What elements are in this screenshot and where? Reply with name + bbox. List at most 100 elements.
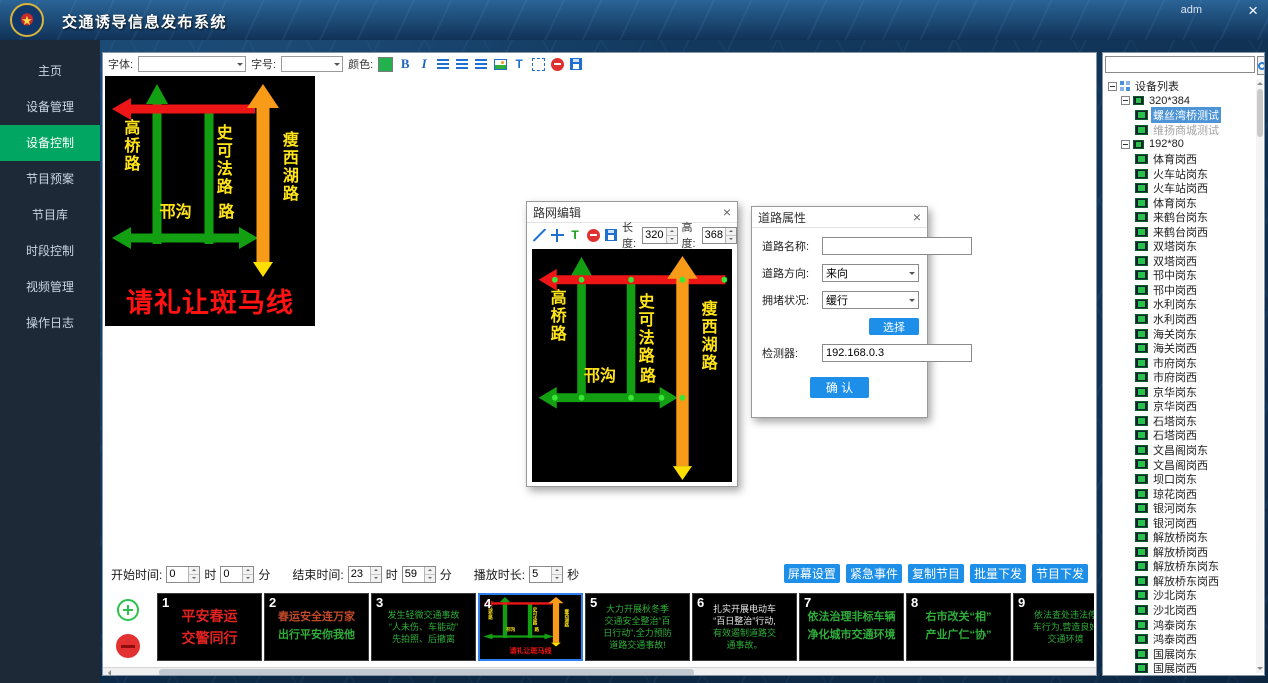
vertical-scrollbar[interactable] bbox=[1256, 79, 1263, 673]
program-preview-canvas[interactable]: 高桥路 史可法路 瘦西湖路 邗沟 路 请礼让斑马线 bbox=[105, 76, 315, 326]
program-thumbnail[interactable]: 2 春运安全连万家 出行平安你我他 bbox=[264, 593, 369, 661]
scrollbar-thumb[interactable] bbox=[159, 669, 694, 676]
confirm-button[interactable]: 确 认 bbox=[810, 377, 869, 398]
tree-node[interactable]: 京华岗西 bbox=[1105, 399, 1255, 414]
sidebar-item[interactable]: 时段控制 bbox=[0, 233, 100, 269]
collapse-icon[interactable] bbox=[1121, 96, 1130, 105]
spinner-down-icon[interactable] bbox=[552, 575, 562, 582]
save-icon[interactable] bbox=[569, 56, 583, 72]
spinner-up-icon[interactable] bbox=[189, 567, 199, 575]
road-network-canvas[interactable]: 高桥路 史可法路 瘦西湖路 邗沟 路 请礼让斑马线 bbox=[532, 249, 732, 482]
tree-node[interactable]: 解放桥岗西 bbox=[1105, 545, 1255, 560]
tree-node[interactable]: 市府岗西 bbox=[1105, 370, 1255, 385]
program-thumbnail[interactable]: 8 右市改关“相” 产业广仁“协” bbox=[906, 593, 1011, 661]
start-minute-input[interactable]: 0 bbox=[220, 566, 254, 583]
program-thumbnail[interactable]: 7 依法治理非标车辆 净化城市交通环境 bbox=[799, 593, 904, 661]
scroll-left-icon[interactable] bbox=[103, 668, 113, 676]
tree-node[interactable]: 来鹤台岗西 bbox=[1105, 224, 1255, 239]
close-icon[interactable]: × bbox=[723, 204, 731, 220]
search-button[interactable] bbox=[1257, 56, 1265, 75]
action-button[interactable]: 紧急事件 bbox=[846, 564, 902, 583]
tree-node[interactable]: 鸿泰岗西 bbox=[1105, 632, 1255, 647]
spinner-down-icon[interactable] bbox=[371, 575, 381, 582]
action-button[interactable]: 节目下发 bbox=[1032, 564, 1088, 583]
tree-node[interactable]: 市府岗东 bbox=[1105, 355, 1255, 370]
program-thumbnail[interactable]: 6 扎实开展电动车 “百日整治”行动, 有效遏制道路交 通事故。 bbox=[692, 593, 797, 661]
sidebar-item[interactable]: 节目库 bbox=[0, 197, 100, 233]
end-minute-input[interactable]: 59 bbox=[402, 566, 436, 583]
tree-node[interactable]: 解放桥岗东 bbox=[1105, 530, 1255, 545]
text-tool-icon[interactable]: T bbox=[568, 227, 582, 243]
tree-node[interactable]: 琼花岗西 bbox=[1105, 486, 1255, 501]
start-hour-input[interactable]: 0 bbox=[166, 566, 200, 583]
tree-node[interactable]: 石塔岗东 bbox=[1105, 414, 1255, 429]
align-right-icon[interactable] bbox=[474, 56, 488, 72]
spinner-up-icon[interactable] bbox=[552, 567, 562, 575]
tree-node[interactable]: 石塔岗西 bbox=[1105, 428, 1255, 443]
remove-program-button[interactable] bbox=[116, 634, 140, 658]
tree-node[interactable]: 邗中岗东 bbox=[1105, 268, 1255, 283]
spinner-up-icon[interactable] bbox=[371, 567, 381, 575]
sidebar-item[interactable]: 设备管理 bbox=[0, 89, 100, 125]
program-thumbnail[interactable]: 1 平安春运 交警同行 bbox=[157, 593, 262, 661]
tree-node[interactable]: 双塔岗东 bbox=[1105, 239, 1255, 254]
tree-node[interactable]: 320*384 bbox=[1105, 94, 1255, 109]
action-button[interactable]: 复制节目 bbox=[908, 564, 964, 583]
tree-node[interactable]: 火车站岗东 bbox=[1105, 166, 1255, 181]
tree-node[interactable]: 文昌阁岗西 bbox=[1105, 457, 1255, 472]
save-tool-icon[interactable] bbox=[604, 227, 618, 243]
sidebar-item[interactable]: 节目预案 bbox=[0, 161, 100, 197]
sidebar-item[interactable]: 主页 bbox=[0, 53, 100, 89]
add-program-button[interactable] bbox=[117, 599, 139, 621]
tree-node[interactable]: 水利岗东 bbox=[1105, 297, 1255, 312]
tree-node[interactable]: 沙北岗西 bbox=[1105, 603, 1255, 618]
insert-image-icon[interactable] bbox=[493, 56, 507, 72]
draw-line-tool-icon[interactable] bbox=[532, 227, 546, 243]
height-input[interactable]: 368 bbox=[702, 227, 737, 244]
horizontal-scrollbar[interactable] bbox=[103, 667, 1096, 676]
search-input[interactable] bbox=[1105, 56, 1255, 73]
font-select[interactable] bbox=[138, 56, 246, 72]
tree-node[interactable]: 京华岗东 bbox=[1105, 384, 1255, 399]
collapse-icon[interactable] bbox=[1121, 140, 1130, 149]
user-name[interactable]: adm bbox=[1181, 4, 1202, 16]
end-hour-input[interactable]: 23 bbox=[348, 566, 382, 583]
spinner-down-icon[interactable] bbox=[667, 236, 677, 243]
fit-screen-icon[interactable] bbox=[531, 56, 545, 72]
sidebar-item[interactable]: 设备控制 bbox=[0, 125, 100, 161]
sidebar-item[interactable]: 操作日志 bbox=[0, 305, 100, 341]
detector-input[interactable] bbox=[822, 344, 972, 362]
tree-node[interactable]: 鸿泰岗东 bbox=[1105, 617, 1255, 632]
align-left-icon[interactable] bbox=[436, 56, 450, 72]
move-tool-icon[interactable] bbox=[550, 227, 564, 243]
color-swatch[interactable] bbox=[378, 57, 393, 72]
italic-button[interactable]: I bbox=[417, 56, 431, 72]
tree-node[interactable]: 解放桥东岗东 bbox=[1105, 559, 1255, 574]
spinner-up-icon[interactable] bbox=[243, 567, 253, 575]
close-icon[interactable]: × bbox=[913, 209, 921, 225]
scrollbar-thumb[interactable] bbox=[1257, 89, 1263, 137]
tree-node[interactable]: 坝口岗东 bbox=[1105, 472, 1255, 487]
tree-node[interactable]: 水利岗西 bbox=[1105, 312, 1255, 327]
spinner-down-icon[interactable] bbox=[189, 575, 199, 582]
spinner-down-icon[interactable] bbox=[726, 236, 736, 243]
scroll-down-icon[interactable] bbox=[1256, 664, 1263, 673]
tree-node[interactable]: 文昌阁岗东 bbox=[1105, 443, 1255, 458]
direction-select[interactable]: 来向 bbox=[822, 264, 919, 282]
tree-node[interactable]: 维扬商城测试 bbox=[1105, 123, 1255, 138]
text-tool-icon[interactable]: T bbox=[512, 56, 526, 72]
tree-node[interactable]: 海关岗西 bbox=[1105, 341, 1255, 356]
tree-node[interactable]: 国展岗东 bbox=[1105, 646, 1255, 661]
tree-node[interactable]: 双塔岗西 bbox=[1105, 254, 1255, 269]
duration-input[interactable]: 5 bbox=[529, 566, 563, 583]
collapse-icon[interactable] bbox=[1108, 82, 1117, 91]
bold-button[interactable]: B bbox=[398, 56, 412, 72]
program-thumbnail[interactable]: 9 依法查处违法停 车行为,营造良好 交通环境 bbox=[1013, 593, 1094, 661]
tree-node[interactable]: 192*80 bbox=[1105, 137, 1255, 152]
length-input[interactable]: 320 bbox=[642, 227, 677, 244]
scroll-up-icon[interactable] bbox=[1256, 79, 1263, 88]
tree-node[interactable]: 火车站岗西 bbox=[1105, 181, 1255, 196]
spinner-up-icon[interactable] bbox=[425, 567, 435, 575]
tree-node[interactable]: 解放桥东岗西 bbox=[1105, 574, 1255, 589]
tree-node[interactable]: 体育岗东 bbox=[1105, 195, 1255, 210]
